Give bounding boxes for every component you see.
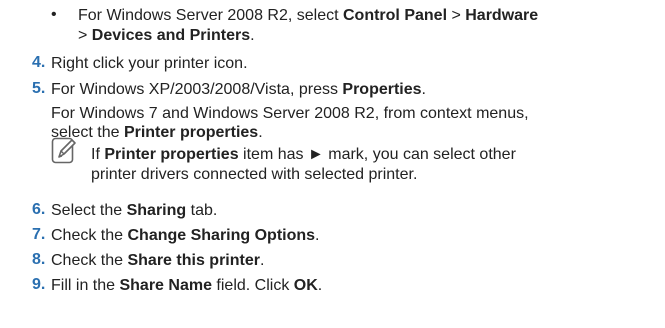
- note-line-2: printer drivers connected with selected …: [91, 166, 418, 183]
- step-7-number: 7.: [32, 226, 46, 243]
- bullet-mark: •: [51, 6, 57, 23]
- step-7-text: Check the Change Sharing Options.: [51, 227, 320, 244]
- step-5-number: 5.: [32, 80, 46, 97]
- step-5-sub-line-2: select the Printer properties.: [51, 124, 263, 141]
- step-4-text: Right click your printer icon.: [51, 55, 248, 72]
- step-8-number: 8.: [32, 251, 46, 268]
- step-4-number: 4.: [32, 54, 46, 71]
- step-5-text: For Windows XP/2003/2008/Vista, press Pr…: [51, 81, 426, 98]
- step-8-text: Check the Share this printer.: [51, 252, 265, 269]
- note-line-1: If Printer properties item has ► mark, y…: [91, 146, 516, 163]
- step-9-text: Fill in the Share Name field. Click OK.: [51, 277, 323, 294]
- bullet-line-1: For Windows Server 2008 R2, select Contr…: [78, 7, 539, 24]
- step-6-text: Select the Sharing tab.: [51, 202, 218, 219]
- step-6-number: 6.: [32, 201, 46, 218]
- step-5-sub-line-1: For Windows 7 and Windows Server 2008 R2…: [51, 105, 529, 122]
- step-9-number: 9.: [32, 276, 46, 293]
- note-pencil-icon: [51, 137, 77, 165]
- bullet-line-2: > Devices and Printers.: [78, 27, 255, 44]
